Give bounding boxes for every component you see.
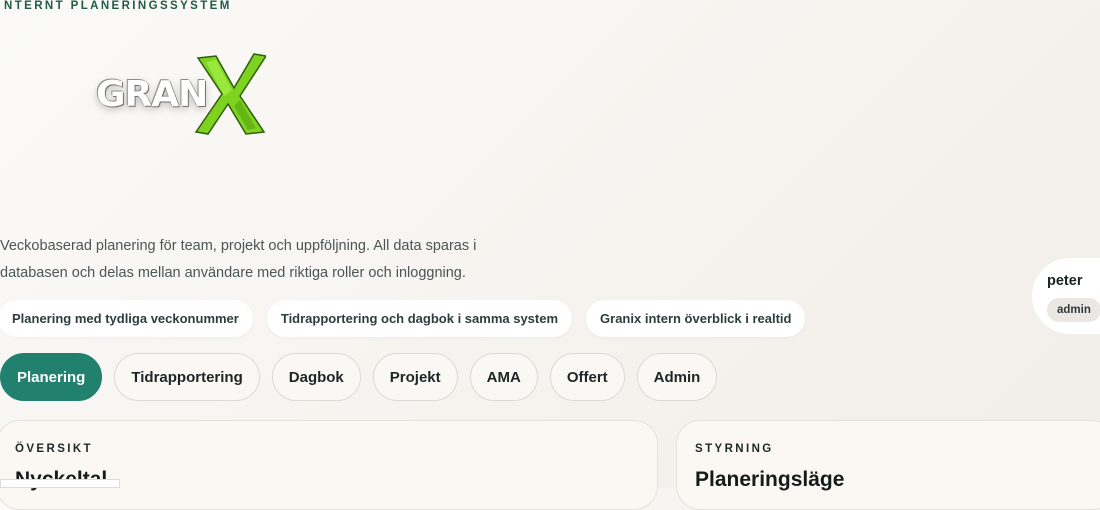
tab-tidrapportering[interactable]: Tidrapportering (114, 353, 260, 401)
granix-logo: GRAN (96, 52, 271, 136)
feature-pill: Planering med tydliga veckonummer (0, 300, 253, 337)
tab-admin[interactable]: Admin (636, 353, 718, 401)
user-role-badge: admin (1047, 298, 1100, 322)
intro-line-2: databasen och delas mellan användare med… (0, 265, 466, 281)
app-eyebrow: NTERNT PLANERINGSSYSTEM (4, 0, 232, 12)
control-eyebrow: STYRNING (695, 443, 774, 455)
overview-card: ÖVERSIKT Nyckeltal (0, 420, 658, 510)
intro-text: Veckobaserad planering för team, projekt… (0, 233, 530, 287)
tab-ama[interactable]: AMA (469, 353, 538, 401)
bottom-panel-stub (0, 479, 120, 488)
user-badge[interactable]: peter admin (1032, 258, 1100, 334)
overview-eyebrow: ÖVERSIKT (15, 443, 93, 455)
control-card: STYRNING Planeringsläge (676, 420, 1100, 510)
main-tabs: Planering Tidrapportering Dagbok Projekt… (0, 353, 718, 401)
tab-dagbok[interactable]: Dagbok (271, 353, 361, 401)
tab-offert[interactable]: Offert (549, 353, 625, 401)
tab-projekt[interactable]: Projekt (372, 353, 458, 401)
feature-pill: Granix intern överblick i realtid (586, 300, 806, 337)
user-name: peter (1047, 273, 1083, 289)
logo-x-icon (194, 53, 266, 135)
logo-wordmark: GRAN (96, 74, 208, 115)
intro-line-1: Veckobaserad planering för team, projekt… (0, 238, 477, 254)
tab-planering[interactable]: Planering (0, 353, 103, 401)
feature-pill: Tidrapportering och dagbok i samma syste… (266, 300, 573, 337)
feature-pills: Planering med tydliga veckonummer Tidrap… (0, 300, 806, 337)
control-title: Planeringsläge (695, 468, 845, 491)
